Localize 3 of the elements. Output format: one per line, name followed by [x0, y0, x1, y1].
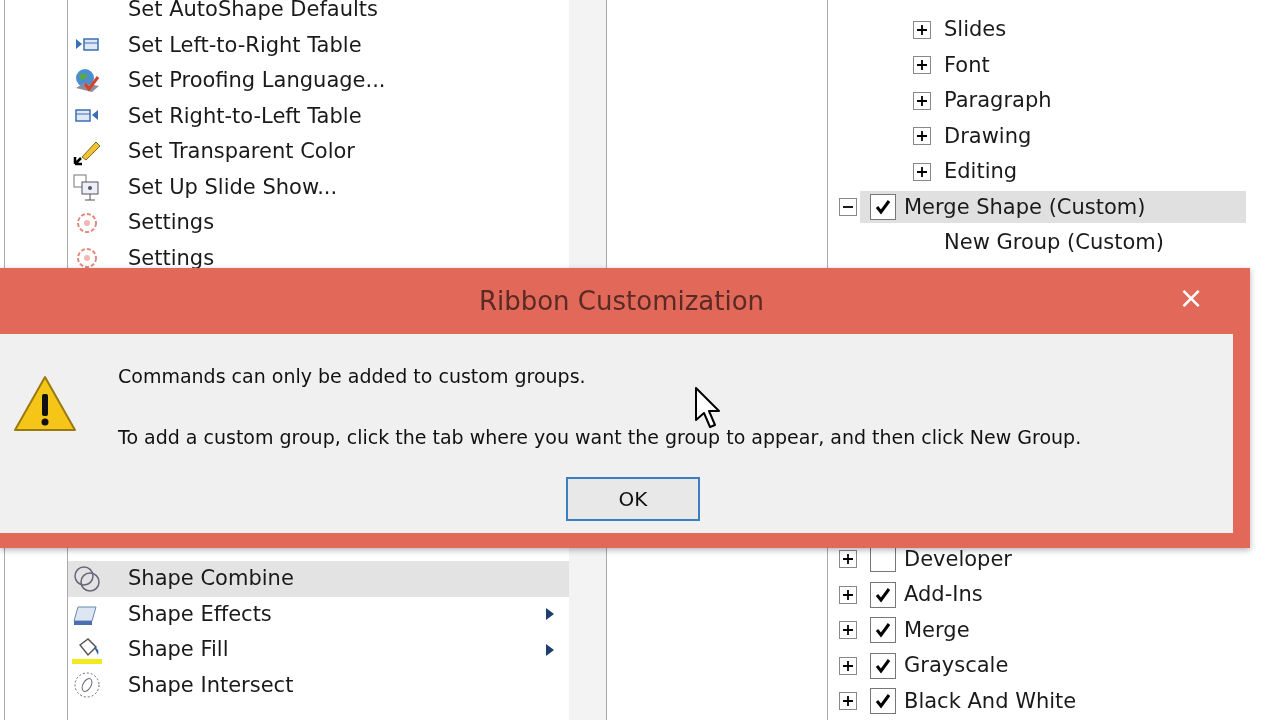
dialog-message: Commands can only be added to custom groups. [118, 364, 587, 389]
dialog-message: To add a custom group, click the tab where you want the group to appear, and then click New Group. [118, 424, 1082, 450]
dialog-title: Ribbon Customization [477, 284, 765, 318]
